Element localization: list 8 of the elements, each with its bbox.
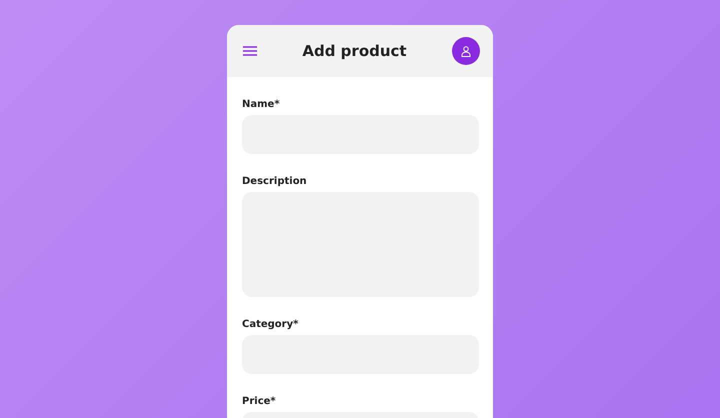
field-label: Category* (242, 319, 300, 331)
profile-button[interactable] (452, 37, 480, 65)
field-label: Name* (242, 99, 281, 111)
menu-icon[interactable] (243, 46, 257, 56)
page-title: Add product (302, 42, 407, 60)
field-label: Price* (242, 396, 277, 408)
user-icon (460, 46, 471, 56)
field-label: Description (242, 176, 308, 188)
